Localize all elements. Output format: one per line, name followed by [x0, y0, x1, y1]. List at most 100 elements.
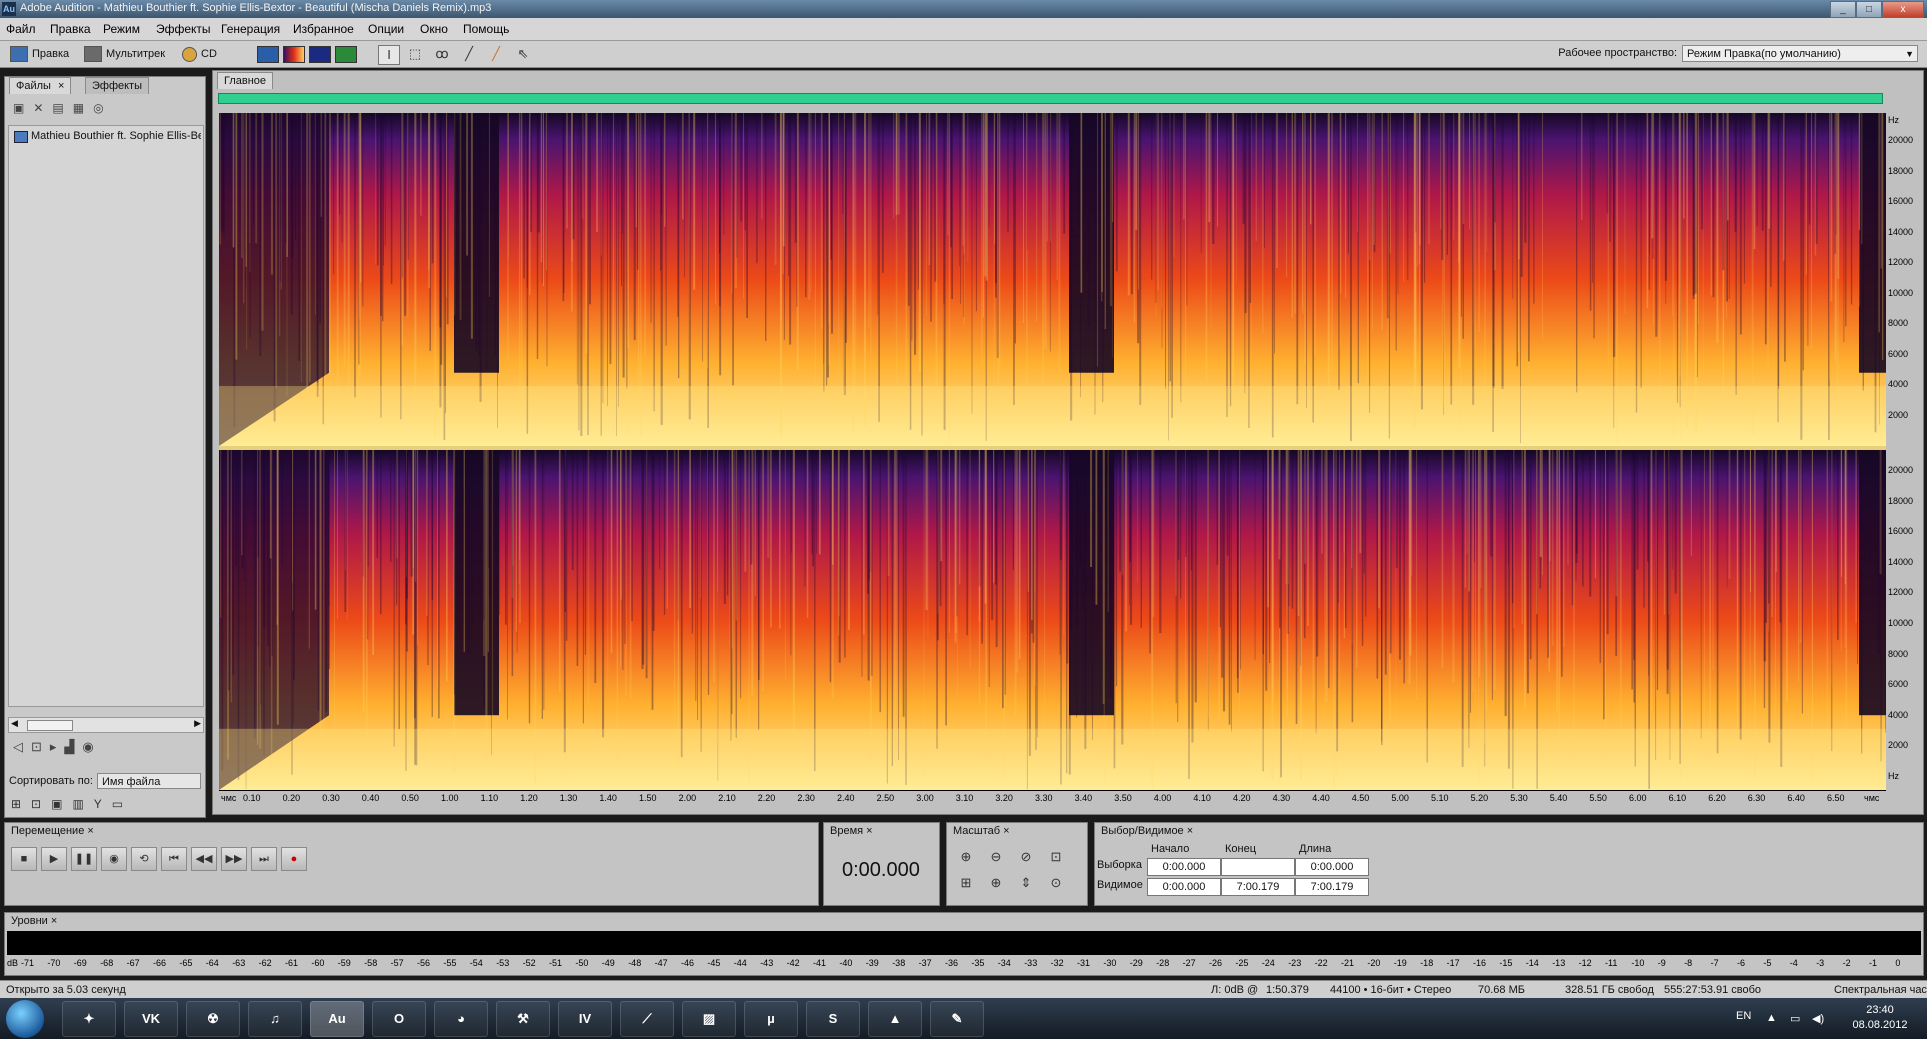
waveform-view-button[interactable] — [257, 46, 279, 63]
zoom-to-left-edge-button[interactable]: ⊘ — [1015, 847, 1037, 867]
paintbrush-tool[interactable]: ╱ — [459, 45, 479, 63]
workspace-select[interactable]: Режим Правка(по умолчанию) ▼ — [1682, 45, 1918, 62]
play-button[interactable]: ▶ — [41, 847, 67, 871]
taskbar-app-counter-strike[interactable]: ✦ — [62, 1001, 116, 1037]
db-tick: -36 — [945, 958, 959, 968]
taskbar-app-aimp[interactable]: ▲ — [868, 1001, 922, 1037]
close-icon[interactable]: × — [51, 915, 57, 927]
zoom-full-button[interactable]: ⊡ — [1045, 847, 1067, 867]
taskbar-app-opera[interactable]: O — [372, 1001, 426, 1037]
rewind-button[interactable]: ◀◀ — [191, 847, 217, 871]
close-icon[interactable]: × — [1187, 825, 1193, 837]
taskbar-app-need-for-speed[interactable]: ⟋ — [620, 1001, 674, 1037]
taskbar-app-nuclear[interactable]: ☢ — [186, 1001, 240, 1037]
scroll-left-icon[interactable]: ◀ — [11, 718, 18, 729]
zoom-out-horizontal-button[interactable]: ⊖ — [985, 847, 1007, 867]
edit-mode-button[interactable]: Правка — [10, 45, 69, 63]
zoom-reset-vertical-button[interactable]: ⊙ — [1045, 873, 1067, 893]
file-list-item[interactable]: Mathieu Bouthier ft. Sophie Ellis-Bextor… — [31, 130, 201, 142]
stop-button[interactable]: ■ — [11, 847, 37, 871]
show-hidden-icons[interactable]: ▲ — [1766, 1012, 1777, 1024]
horizontal-scrollbar[interactable]: ◀ ▶ — [8, 717, 204, 733]
time-unit-label: чмс — [221, 793, 237, 803]
taskbar-app-brick-game[interactable]: ▨ — [682, 1001, 736, 1037]
menu-view[interactable]: Режим — [103, 22, 140, 36]
spectral-phase-view-button[interactable] — [335, 46, 357, 63]
tab-main[interactable]: Главное — [217, 72, 274, 89]
zoom-in-horizontal-button[interactable]: ⊕ — [955, 847, 977, 867]
menu-help[interactable]: Помощь — [463, 22, 509, 36]
taskbar-app-vk[interactable]: VK — [124, 1001, 178, 1037]
spectral-frequency-view-button[interactable] — [283, 46, 305, 63]
menu-generate[interactable]: Генерация — [221, 22, 280, 36]
spectral-display[interactable] — [219, 113, 1886, 791]
selection-end-field[interactable] — [1221, 858, 1295, 876]
menu-file[interactable]: Файл — [6, 22, 36, 36]
playback-options-row[interactable]: ◁⊡▸▟◉ — [13, 739, 102, 755]
selection-length-field[interactable]: 0:00.000 — [1295, 858, 1369, 876]
pause-button[interactable]: ❚❚ — [71, 847, 97, 871]
menu-options[interactable]: Опции — [368, 22, 404, 36]
minimize-button[interactable]: _ — [1830, 1, 1856, 18]
close-icon[interactable]: × — [1003, 825, 1009, 837]
network-icon[interactable]: ▭ — [1790, 1012, 1800, 1025]
cd-mode-button[interactable]: CD — [182, 45, 217, 63]
time-tick: 1.30 — [559, 793, 578, 803]
zoom-out-vertical-button[interactable]: ⇕ — [1015, 873, 1037, 893]
volume-icon[interactable]: ◀) — [1812, 1012, 1824, 1025]
menu-edit[interactable]: Правка — [50, 22, 91, 36]
file-filter-buttons[interactable]: ⊞⊡▣▥Y▭ — [11, 797, 133, 811]
loop-button[interactable]: ⟲ — [131, 847, 157, 871]
selection-start-field[interactable]: 0:00.000 — [1147, 858, 1221, 876]
db-tick: 0 — [1895, 958, 1901, 968]
spectral-channel-right[interactable] — [219, 450, 1886, 790]
overview-bar[interactable] — [218, 93, 1883, 104]
tab-effects[interactable]: Эффекты — [85, 77, 150, 94]
taskbar-app-iv[interactable]: IV — [558, 1001, 612, 1037]
taskbar-app-skype[interactable]: S — [806, 1001, 860, 1037]
record-button[interactable]: ● — [281, 847, 307, 871]
taskbar-app-chrome[interactable]: ◕ — [434, 1001, 488, 1037]
start-button[interactable] — [6, 1000, 44, 1038]
go-to-start-button[interactable]: ⏮ — [161, 847, 187, 871]
tab-files[interactable]: Файлы × — [9, 77, 72, 94]
menu-effects[interactable]: Эффекты — [156, 22, 211, 36]
menu-favorites[interactable]: Избранное — [293, 22, 354, 36]
time-selection-tool[interactable]: I — [378, 45, 400, 65]
close-icon[interactable]: × — [58, 80, 64, 92]
zoom-to-selection-button[interactable]: ⊞ — [955, 873, 977, 893]
fast-forward-button[interactable]: ▶▶ — [221, 847, 247, 871]
sort-select[interactable]: Имя файла — [97, 773, 201, 789]
close-button[interactable]: x — [1882, 1, 1924, 18]
menu-window[interactable]: Окно — [420, 22, 448, 36]
play-from-cursor-button[interactable]: ◉ — [101, 847, 127, 871]
taskbar-app-au[interactable]: Au — [310, 1001, 364, 1037]
language-indicator[interactable]: EN — [1736, 1010, 1751, 1022]
scrollbar-thumb[interactable] — [27, 720, 73, 731]
taskbar-app-utorrent[interactable]: µ — [744, 1001, 798, 1037]
db-tick: -11 — [1605, 958, 1618, 968]
view-start-field[interactable]: 0:00.000 — [1147, 878, 1221, 896]
spectral-pan-view-button[interactable] — [309, 46, 331, 63]
scrub-tool[interactable]: ⇖ — [513, 45, 533, 63]
file-actions-toolbar[interactable]: ▣✕▤▦◎ — [13, 101, 197, 119]
multitrack-mode-button[interactable]: Мультитрек — [84, 45, 165, 63]
lasso-tool[interactable]: ꝏ — [432, 45, 452, 63]
maximize-button[interactable]: □ — [1856, 1, 1882, 18]
marquee-tool[interactable]: ⬚ — [405, 45, 425, 63]
view-end-field[interactable]: 7:00.179 — [1221, 878, 1295, 896]
close-icon[interactable]: × — [866, 825, 872, 837]
close-icon[interactable]: × — [87, 825, 93, 837]
freq-tick-left: 14000 — [1888, 226, 1914, 237]
zoom-in-vertical-button[interactable]: ⊕ — [985, 873, 1007, 893]
taskbar-app-paint[interactable]: ✎ — [930, 1001, 984, 1037]
spot-healing-tool[interactable]: ╱ — [486, 45, 506, 63]
spectral-channel-left[interactable] — [219, 113, 1886, 446]
view-length-field[interactable]: 7:00.179 — [1295, 878, 1369, 896]
taskbar-app-tools[interactable]: ⚒ — [496, 1001, 550, 1037]
clock[interactable]: 23:40 08.08.2012 — [1845, 1003, 1915, 1033]
taskbar-app-itunes[interactable]: ♫ — [248, 1001, 302, 1037]
scroll-right-icon[interactable]: ▶ — [194, 718, 201, 729]
go-to-end-button[interactable]: ⏭ — [251, 847, 277, 871]
time-ruler[interactable]: чмс чмс 0.10 0.20 0.30 0.40 0.50 1.00 1.10 1.20… — [219, 791, 1886, 809]
